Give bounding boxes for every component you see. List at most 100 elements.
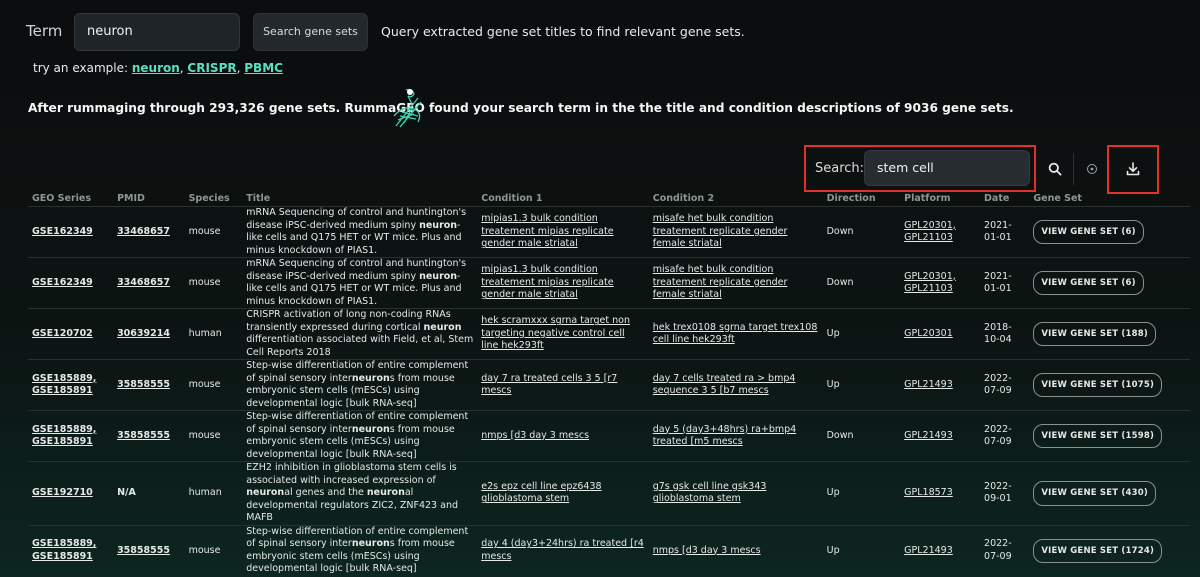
condition-link[interactable]: misafe het bulk condition treatement rep… xyxy=(653,213,788,249)
search-icon[interactable] xyxy=(1040,154,1070,184)
date-part: 2022- xyxy=(984,423,1012,435)
pmid-link[interactable]: 35858555 xyxy=(117,545,170,556)
view-gene-set-button[interactable]: VIEW GENE SET (1598) xyxy=(1033,423,1163,449)
geo-series-link[interactable]: GSE162349 xyxy=(32,226,93,237)
condition-link[interactable]: hek trex0108 sgrna target trex108 cell l… xyxy=(653,322,818,346)
pmid-link[interactable]: 33468657 xyxy=(117,277,170,288)
platform-link[interactable]: GPL21493 xyxy=(904,379,953,390)
date-part: 2022- xyxy=(984,480,1012,492)
pmid-link[interactable]: 30639214 xyxy=(117,328,170,339)
header-geo-series[interactable]: GEO Series xyxy=(28,190,113,207)
geo-series-link[interactable]: GSE185889, xyxy=(32,538,96,549)
cell-direction: Down xyxy=(822,410,901,462)
pmid-link[interactable]: 33468657 xyxy=(117,226,170,237)
cell-platform: GPL21493 xyxy=(900,410,981,462)
cell-condition-2: day 7 cells treated ra > bmp4 sequence 3… xyxy=(648,359,823,411)
table-search-input[interactable]: stem cell xyxy=(864,150,1030,186)
platform-link[interactable]: GPL20301, xyxy=(904,271,956,282)
pmid-link[interactable]: 35858555 xyxy=(117,379,170,390)
platform-link[interactable]: GPL18573 xyxy=(904,487,953,498)
header-direction[interactable]: Direction xyxy=(823,190,901,207)
platform-link[interactable]: GPL21493 xyxy=(904,545,953,556)
date-part: 2018- xyxy=(984,321,1012,333)
title-highlight: neuron xyxy=(423,321,462,333)
cell-date: 2022- 09-01 xyxy=(980,461,1030,525)
header-species[interactable]: Species xyxy=(185,190,243,207)
date-part: 07-09 xyxy=(984,436,1012,447)
geo-series-link[interactable]: GSE120702 xyxy=(32,328,93,339)
condition-link[interactable]: day 5 (day3+48hrs) ra+bmp4 treated [m5 m… xyxy=(653,424,796,448)
rummageo-logo xyxy=(393,88,422,128)
cell-condition-2: hek trex0108 sgrna target trex108 cell l… xyxy=(648,308,823,360)
condition-link[interactable]: hek scramxxx sgrna target non targeting … xyxy=(481,315,630,351)
cell-pmid: 33468657 xyxy=(113,206,185,258)
example-link-crispr[interactable]: CRISPR xyxy=(187,61,236,75)
cell-condition-2: day 5 (day3+48hrs) ra+bmp4 treated [m5 m… xyxy=(648,410,823,462)
header-condition-2[interactable]: Condition 2 xyxy=(649,190,823,207)
condition-link[interactable]: day 7 cells treated ra > bmp4 sequence 3… xyxy=(653,373,796,397)
view-gene-set-button[interactable]: VIEW GENE SET (1724) xyxy=(1033,538,1163,563)
geo-series-link[interactable]: GSE185891 xyxy=(32,436,93,447)
title-text: differentiation associated with Field, e… xyxy=(246,334,474,358)
view-gene-set-button[interactable]: VIEW GENE SET (430) xyxy=(1033,481,1156,506)
header-condition-1[interactable]: Condition 1 xyxy=(477,190,649,207)
cell-date: 2021- 01-01 xyxy=(980,206,1030,258)
geo-series-link[interactable]: GSE185889, xyxy=(32,424,96,435)
condition-link[interactable]: misafe het bulk condition treatement rep… xyxy=(653,264,788,300)
condition-link[interactable]: g7s gsk cell line gsk343 glioblastoma st… xyxy=(653,481,767,505)
view-gene-set-button[interactable]: VIEW GENE SET (6) xyxy=(1033,270,1144,296)
cell-gene-set: VIEW GENE SET (1598) xyxy=(1029,410,1190,462)
geo-series-link[interactable]: GSE162349 xyxy=(32,277,93,288)
pmid-link[interactable]: 35858555 xyxy=(117,430,170,441)
cell-species: mouse xyxy=(184,359,243,411)
title-text: CRISPR activation of long non-coding RNA… xyxy=(246,309,451,333)
header-title[interactable]: Title xyxy=(242,190,477,207)
search-gene-sets-button[interactable]: Search gene sets xyxy=(253,13,368,51)
platform-link[interactable]: GPL20301 xyxy=(904,328,953,339)
condition-link[interactable]: nmps [d3 day 3 mescs xyxy=(481,430,589,441)
download-icon[interactable] xyxy=(1118,154,1148,184)
condition-link[interactable]: e2s epz cell line epz6438 glioblastoma s… xyxy=(481,481,601,505)
cell-date: 2022- 07-09 xyxy=(980,359,1030,411)
cell-date: 2022- 07-09 xyxy=(980,410,1030,462)
platform-link[interactable]: GPL21103 xyxy=(904,283,953,294)
example-link-pbmc[interactable]: PBMC xyxy=(244,61,283,75)
summary-text-before: After rummaging through 293,326 gene set… xyxy=(28,101,425,115)
geo-series-link[interactable]: GSE185891 xyxy=(32,551,93,562)
platform-link[interactable]: GPL20301, xyxy=(904,220,956,231)
platform-link[interactable]: GPL21103 xyxy=(904,232,953,243)
example-link-neuron[interactable]: neuron xyxy=(132,61,180,75)
cell-platform: GPL20301, GPL21103 xyxy=(900,257,981,309)
cell-direction: Up xyxy=(822,308,901,360)
condition-link[interactable]: day 7 ra treated cells 3 5 [r7 mescs xyxy=(481,373,617,397)
term-label: Term xyxy=(26,22,63,40)
header-gene-set[interactable]: Gene Set xyxy=(1029,190,1190,207)
date-part: 01-01 xyxy=(984,232,1012,243)
cell-condition-1: day 4 (day3+24hrs) ra treated [r4 mescs xyxy=(477,524,649,576)
cell-gene-set: VIEW GENE SET (1724) xyxy=(1029,524,1190,576)
view-gene-set-button[interactable]: VIEW GENE SET (1075) xyxy=(1033,372,1163,398)
condition-link[interactable]: day 4 (day3+24hrs) ra treated [r4 mescs xyxy=(481,538,644,562)
cell-date: 2022- 07-09 xyxy=(980,524,1030,576)
term-input[interactable]: neuron xyxy=(74,13,240,51)
header-pmid[interactable]: PMID xyxy=(113,190,185,207)
view-gene-set-button[interactable]: VIEW GENE SET (6) xyxy=(1033,219,1144,245)
condition-link[interactable]: mipias1.3 bulk condition treatement mipi… xyxy=(481,213,613,249)
table-row: GSE120702 30639214 human CRISPR activation … xyxy=(28,308,1190,360)
title-highlight: neuron xyxy=(351,372,390,384)
cell-condition-2: misafe het bulk condition treatement rep… xyxy=(648,206,823,258)
cell-gene-set: VIEW GENE SET (1075) xyxy=(1029,359,1190,411)
clear-icon[interactable] xyxy=(1077,154,1107,184)
platform-link[interactable]: GPL21493 xyxy=(904,430,953,441)
example-row: try an example: neuron, CRISPR, PBMC xyxy=(33,61,283,75)
header-date[interactable]: Date xyxy=(980,190,1029,207)
header-platform[interactable]: Platform xyxy=(900,190,980,207)
geo-series-link[interactable]: GSE185889, xyxy=(32,373,96,384)
condition-link[interactable]: nmps [d3 day 3 mescs xyxy=(653,545,761,556)
geo-series-link[interactable]: GSE192710 xyxy=(32,487,93,498)
cell-condition-1: e2s epz cell line epz6438 glioblastoma s… xyxy=(477,461,649,525)
view-gene-set-button[interactable]: VIEW GENE SET (188) xyxy=(1033,321,1156,347)
condition-link[interactable]: mipias1.3 bulk condition treatement mipi… xyxy=(481,264,613,300)
cell-gene-set: VIEW GENE SET (188) xyxy=(1029,308,1190,360)
geo-series-link[interactable]: GSE185891 xyxy=(32,385,93,396)
